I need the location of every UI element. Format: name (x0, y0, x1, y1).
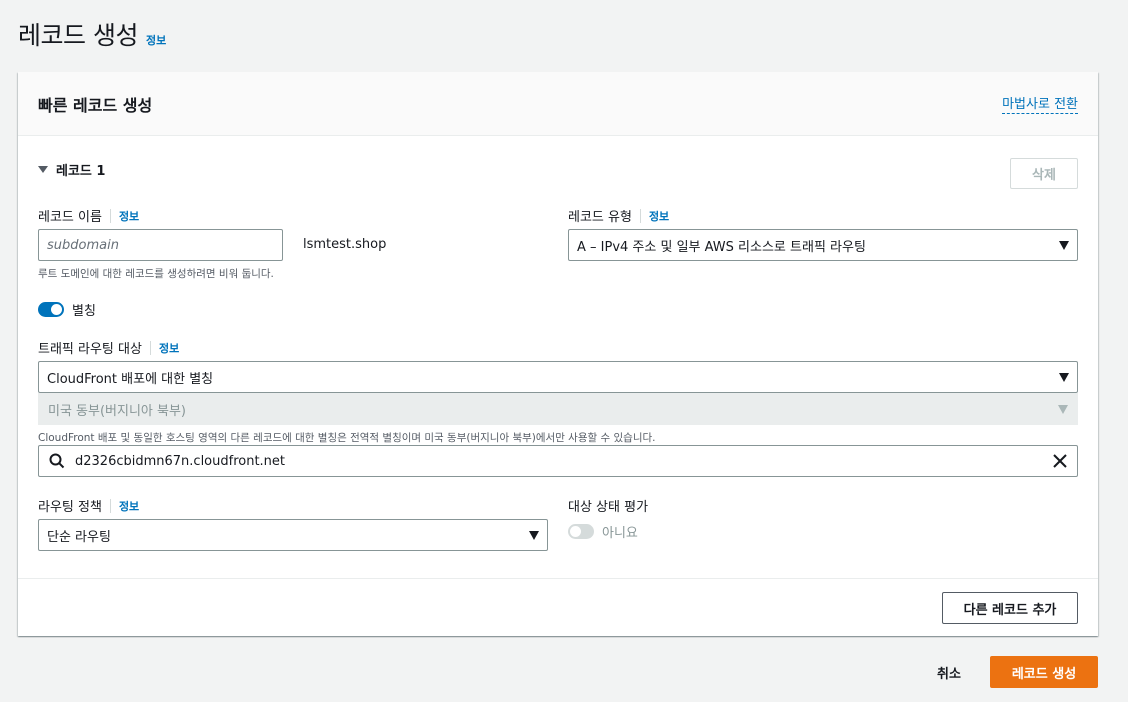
endpoint-type-select[interactable]: CloudFront 배포에 대한 별칭 (38, 361, 1078, 393)
alias-toggle[interactable] (38, 302, 64, 317)
divider (639, 208, 641, 223)
routing-policy-info-link[interactable]: 정보 (119, 498, 139, 514)
page-title: 레코드 생성 (18, 21, 138, 50)
health-eval-toggle (568, 524, 594, 539)
panel-header: 빠른 레코드 생성 마법사로 전환 (18, 72, 1098, 136)
record-type-label: 레코드 유형 (568, 210, 632, 225)
traffic-target-info-link[interactable]: 정보 (159, 340, 179, 356)
endpoint-search-input[interactable]: d2326cbidmn67n.cloudfront.net (38, 445, 1078, 477)
domain-suffix: lsmtest.shop (303, 237, 387, 252)
triangle-down-icon (1058, 404, 1068, 414)
record-name-info-link[interactable]: 정보 (119, 208, 139, 224)
divider (109, 208, 111, 223)
record-name-hint: 루트 도메인에 대한 레코드를 생성하려면 비워 둡니다. (38, 268, 274, 280)
record-type-label-row: 레코드 유형 정보 (568, 206, 669, 225)
divider (149, 340, 151, 355)
region-hint: CloudFront 배포 및 동일한 호스팅 영역의 다른 레코드에 대한 별… (38, 432, 656, 444)
record-name-input[interactable]: subdomain (38, 229, 283, 261)
record-name-placeholder: subdomain (47, 237, 119, 253)
record-type-info-link[interactable]: 정보 (649, 208, 669, 224)
triangle-down-icon (1059, 372, 1069, 382)
routing-policy-label-row: 라우팅 정책 정보 (38, 496, 139, 515)
routing-policy-label: 라우팅 정책 (38, 500, 102, 515)
page-header: 레코드 생성 정보 (18, 16, 166, 52)
toggle-knob (570, 526, 581, 537)
health-eval-toggle-row: 아니요 (568, 522, 638, 541)
endpoint-type-value: CloudFront 배포에 대한 별칭 (47, 371, 214, 387)
record-name-label: 레코드 이름 (38, 210, 102, 225)
quick-create-panel: 빠른 레코드 생성 마법사로 전환 레코드 1 삭제 레코드 이름 정보 sub… (18, 72, 1098, 636)
record-type-select[interactable]: A – IPv4 주소 및 일부 AWS 리소스로 트래픽 라우팅 (568, 229, 1078, 261)
record-heading: 레코드 1 (56, 164, 106, 179)
routing-policy-value: 단순 라우팅 (47, 529, 111, 545)
triangle-down-icon (1059, 240, 1069, 250)
toggle-knob (51, 304, 62, 315)
traffic-target-label-row: 트래픽 라우팅 대상 정보 (38, 338, 179, 357)
cancel-button[interactable]: 취소 (924, 656, 974, 688)
delete-record-button[interactable]: 삭제 (1010, 158, 1078, 189)
add-record-button[interactable]: 다른 레코드 추가 (942, 592, 1078, 624)
alias-toggle-row: 별칭 (38, 300, 96, 319)
search-value: d2326cbidmn67n.cloudfront.net (75, 453, 286, 469)
divider (109, 498, 111, 513)
region-value: 미국 동부(버지니아 북부) (48, 403, 187, 419)
record-expander[interactable]: 레코드 1 (38, 160, 105, 179)
panel-divider (18, 578, 1098, 579)
record-name-label-row: 레코드 이름 정보 (38, 206, 139, 225)
search-content: d2326cbidmn67n.cloudfront.net (49, 453, 285, 469)
close-icon[interactable] (1053, 454, 1067, 468)
routing-policy-select[interactable]: 단순 라우팅 (38, 519, 548, 551)
page-info-link[interactable]: 정보 (146, 32, 166, 48)
panel-title: 빠른 레코드 생성 (38, 96, 153, 115)
traffic-target-label: 트래픽 라우팅 대상 (38, 342, 142, 357)
health-eval-value: 아니요 (602, 526, 638, 541)
record-type-value: A – IPv4 주소 및 일부 AWS 리소스로 트래픽 라우팅 (577, 239, 866, 255)
triangle-down-icon (529, 530, 539, 540)
region-select: 미국 동부(버지니아 북부) (38, 393, 1078, 425)
switch-to-wizard-link[interactable]: 마법사로 전환 (1002, 97, 1078, 114)
health-eval-label: 대상 상태 평가 (568, 500, 649, 515)
alias-label: 별칭 (72, 304, 96, 319)
search-icon (49, 453, 65, 469)
caret-down-icon (38, 166, 48, 173)
create-records-button[interactable]: 레코드 생성 (990, 656, 1098, 688)
